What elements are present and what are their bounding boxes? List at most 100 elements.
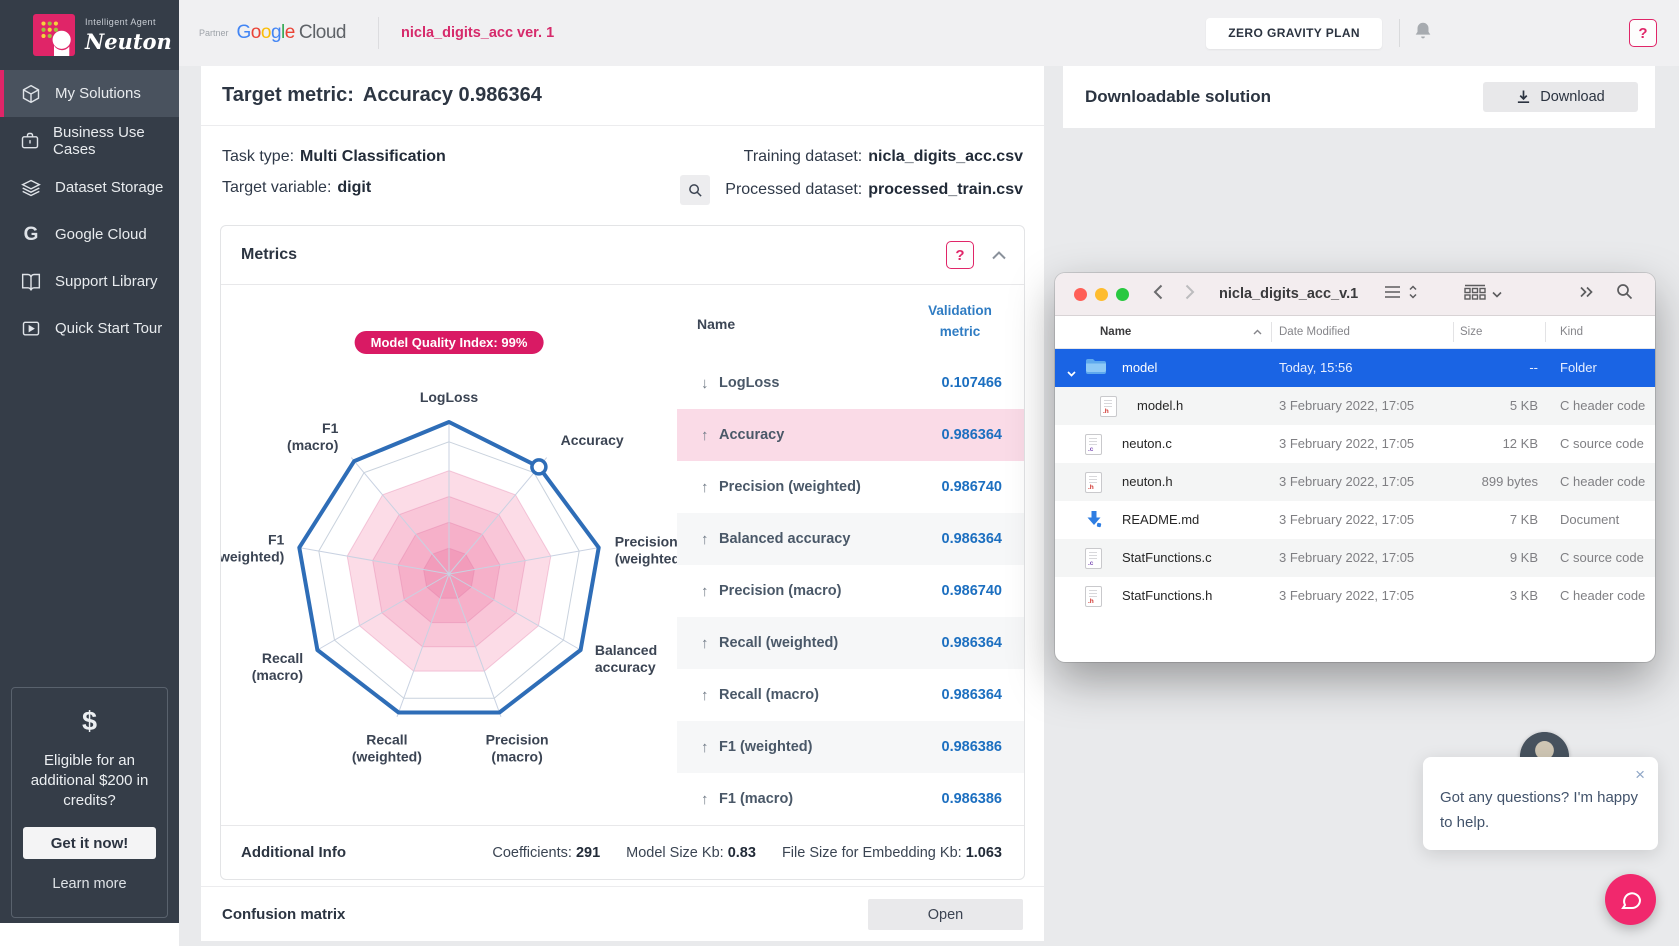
column-divider[interactable] xyxy=(1271,322,1272,342)
c-source-file-icon: .c xyxy=(1085,434,1102,455)
file-kind: C source code xyxy=(1560,550,1644,565)
sidebar-item-google-cloud[interactable]: G Google Cloud xyxy=(0,211,179,258)
help-button[interactable]: ? xyxy=(1629,19,1657,47)
file-kind: C source code xyxy=(1560,436,1644,451)
svg-text:Recall(macro): Recall(macro) xyxy=(252,650,303,683)
sidebar-item-dataset-storage[interactable]: Dataset Storage xyxy=(0,164,179,211)
file-size: 3 KB xyxy=(1510,588,1538,603)
open-confusion-matrix-button[interactable]: Open xyxy=(868,899,1023,930)
metric-row: ↑Balanced accuracy0.986364 xyxy=(677,513,1024,565)
file-row[interactable]: README.md 3 February 2022, 17:05 7 KB Do… xyxy=(1055,501,1655,539)
chat-launcher-button[interactable] xyxy=(1605,874,1656,925)
column-divider[interactable] xyxy=(1545,322,1546,342)
model-quality-badge: Model Quality Index: 99% xyxy=(355,331,544,354)
file-row[interactable]: .h model.h 3 February 2022, 17:05 5 KB C… xyxy=(1055,387,1655,425)
arrow-up-icon: ↑ xyxy=(701,479,719,496)
sidebar-item-quick-start-tour[interactable]: Quick Start Tour xyxy=(0,305,179,352)
brand-logo[interactable]: Intelligent Agent Neuton xyxy=(0,0,179,70)
training-dataset-value: nicla_digits_acc.csv xyxy=(868,148,1023,166)
downloadable-solution-card: Downloadable solution Download xyxy=(1063,66,1655,128)
metric-row: ↑F1 (weighted)0.986386 xyxy=(677,721,1024,773)
column-header-date-modified[interactable]: Date Modified xyxy=(1279,326,1350,338)
file-kind: Folder xyxy=(1560,360,1597,375)
sidebar-item-label: Support Library xyxy=(55,273,158,290)
validation-metric-column-header: Validation metric xyxy=(918,300,1002,357)
group-view-icon[interactable] xyxy=(1464,284,1486,305)
file-row[interactable]: .h neuton.h 3 February 2022, 17:05 899 b… xyxy=(1055,463,1655,501)
metric-row: ↑Precision (weighted)0.986740 xyxy=(677,461,1024,513)
file-date: 3 February 2022, 17:05 xyxy=(1279,474,1414,489)
training-dataset-label: Training dataset: xyxy=(744,148,863,166)
file-name: model xyxy=(1122,360,1157,375)
close-icon[interactable]: × xyxy=(1635,765,1645,785)
notifications-bell-icon[interactable] xyxy=(1412,20,1434,47)
metric-row: ↑Recall (weighted)0.986364 xyxy=(677,617,1024,669)
file-row-model-folder[interactable]: model Today, 15:56 -- Folder xyxy=(1055,349,1655,387)
cube-icon xyxy=(20,83,42,105)
file-name: StatFunctions.h xyxy=(1122,588,1212,603)
layers-icon xyxy=(20,177,42,199)
file-row[interactable]: .c neuton.c 3 February 2022, 17:05 12 KB… xyxy=(1055,425,1655,463)
collapse-chevron-icon[interactable] xyxy=(992,251,1006,260)
sidebar-item-support-library[interactable]: Support Library xyxy=(0,258,179,305)
metric-row: ↓LogLoss0.107466 xyxy=(677,357,1024,409)
download-button[interactable]: Download xyxy=(1483,82,1638,112)
file-row[interactable]: .c StatFunctions.c 3 February 2022, 17:0… xyxy=(1055,539,1655,577)
name-column-header: Name xyxy=(697,316,735,357)
file-date: 3 February 2022, 17:05 xyxy=(1279,588,1414,603)
coefficients-stat: Coefficients: 291 xyxy=(492,845,600,861)
disclosure-chevron-icon[interactable] xyxy=(1067,365,1076,380)
learn-more-link[interactable]: Learn more xyxy=(52,876,126,892)
sidebar-item-label: Google Cloud xyxy=(55,226,147,243)
metrics-table: Name Validation metric ↓LogLoss0.107466 … xyxy=(677,285,1024,825)
file-date: 3 February 2022, 17:05 xyxy=(1279,512,1414,527)
chevron-down-icon[interactable] xyxy=(1492,285,1502,303)
sidebar-item-my-solutions[interactable]: My Solutions xyxy=(0,70,179,117)
project-title: nicla_digits_acc ver. 1 xyxy=(401,25,554,41)
metrics-title: Metrics xyxy=(241,246,297,264)
file-row[interactable]: .h StatFunctions.h 3 February 2022, 17:0… xyxy=(1055,577,1655,615)
list-view-icon[interactable] xyxy=(1384,285,1402,304)
metrics-help-button[interactable]: ? xyxy=(946,241,974,269)
solution-info: Task type:Multi Classification Target va… xyxy=(201,126,1044,225)
c-header-file-icon: .h xyxy=(1085,586,1102,607)
column-header-name[interactable]: Name xyxy=(1100,326,1131,338)
file-size: -- xyxy=(1529,360,1538,375)
metrics-table-header: Name Validation metric xyxy=(677,285,1024,357)
back-chevron-icon[interactable] xyxy=(1153,284,1163,305)
search-icon xyxy=(688,183,703,198)
file-kind: C header code xyxy=(1560,398,1645,413)
dataset-search-button[interactable] xyxy=(680,175,710,205)
target-variable-value: digit xyxy=(337,179,371,197)
file-size-stat: File Size for Embedding Kb: 1.063 xyxy=(782,845,1002,861)
sidebar-item-label: Business Use Cases xyxy=(53,124,179,158)
file-kind: C header code xyxy=(1560,474,1645,489)
column-header-size[interactable]: Size xyxy=(1460,326,1482,338)
brand-name: Neuton xyxy=(85,29,172,54)
sort-toggle-icon[interactable] xyxy=(1408,284,1418,305)
sidebar-nav: My Solutions Business Use Cases Dataset … xyxy=(0,70,179,352)
file-name: neuton.c xyxy=(1122,436,1172,451)
close-window-button[interactable] xyxy=(1074,288,1087,301)
minimize-window-button[interactable] xyxy=(1095,288,1108,301)
forward-chevron-icon[interactable] xyxy=(1185,284,1195,305)
target-metric-value: Accuracy 0.986364 xyxy=(363,84,542,107)
zoom-window-button[interactable] xyxy=(1116,288,1129,301)
dollar-icon: $ xyxy=(12,706,167,737)
get-it-now-button[interactable]: Get it now! xyxy=(23,827,156,859)
svg-text:Recall(weighted): Recall(weighted) xyxy=(352,732,422,765)
sidebar-item-business-use-cases[interactable]: Business Use Cases xyxy=(0,117,179,164)
metrics-panel: Metrics ? Model Quality Index: 99% LogLo… xyxy=(220,225,1025,880)
metrics-panel-header: Metrics ? xyxy=(221,226,1024,285)
column-header-kind[interactable]: Kind xyxy=(1560,326,1583,338)
column-divider[interactable] xyxy=(1453,322,1454,342)
svg-text:Accuracy: Accuracy xyxy=(561,432,624,448)
markdown-download-file-icon xyxy=(1085,510,1103,531)
finder-toolbar[interactable]: nicla_digits_acc_v.1 xyxy=(1055,273,1655,316)
finder-window-title: nicla_digits_acc_v.1 xyxy=(1219,286,1358,302)
google-g-icon: G xyxy=(20,224,42,246)
search-icon[interactable] xyxy=(1616,283,1633,305)
plan-button[interactable]: ZERO GRAVITY PLAN xyxy=(1206,18,1382,49)
more-toolbar-items-icon[interactable] xyxy=(1579,285,1594,303)
svg-text:F1(macro): F1(macro) xyxy=(287,420,339,453)
